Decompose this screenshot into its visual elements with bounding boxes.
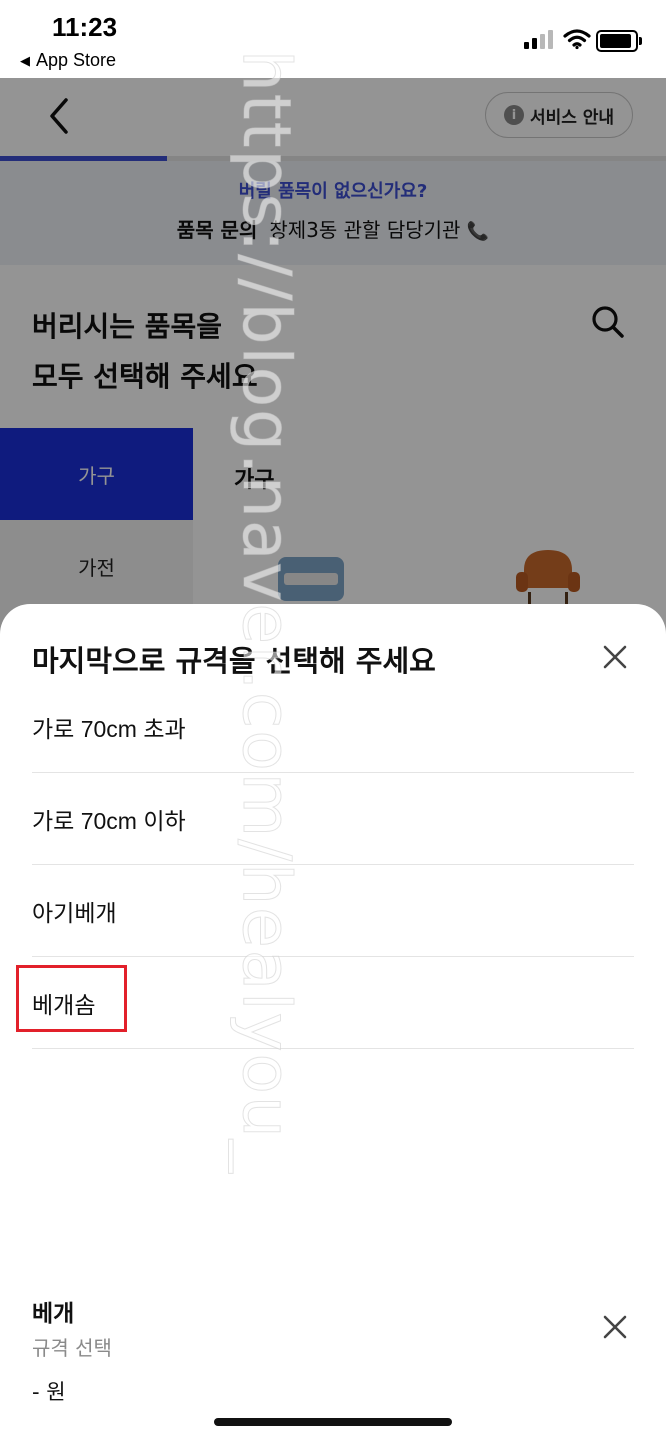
back-to-app-link[interactable]: ◀ App Store [20,50,116,71]
close-icon[interactable] [600,642,630,672]
battery-icon [596,30,642,52]
back-triangle-icon: ◀ [20,52,30,68]
remove-selection-icon[interactable] [600,1312,630,1342]
back-app-label: App Store [36,50,117,70]
selected-item-spec: 규격 선택 [32,1336,112,1360]
status-time: 11:23 [52,12,118,42]
signal-icon [524,30,553,49]
spec-option[interactable]: 가로 70cm 초과 [32,681,634,773]
selected-item-price: - 원 [32,1380,66,1404]
home-indicator [214,1418,452,1426]
wifi-icon [563,29,591,50]
selected-item-name: 베개 [32,1301,75,1327]
spec-option[interactable]: 가로 70cm 이하 [32,773,634,865]
sheet-title: 마지막으로 규격을 선택해 주세요 [32,644,436,678]
spec-option[interactable]: 아기베개 [32,865,634,957]
highlight-annotation-box [16,965,127,1032]
